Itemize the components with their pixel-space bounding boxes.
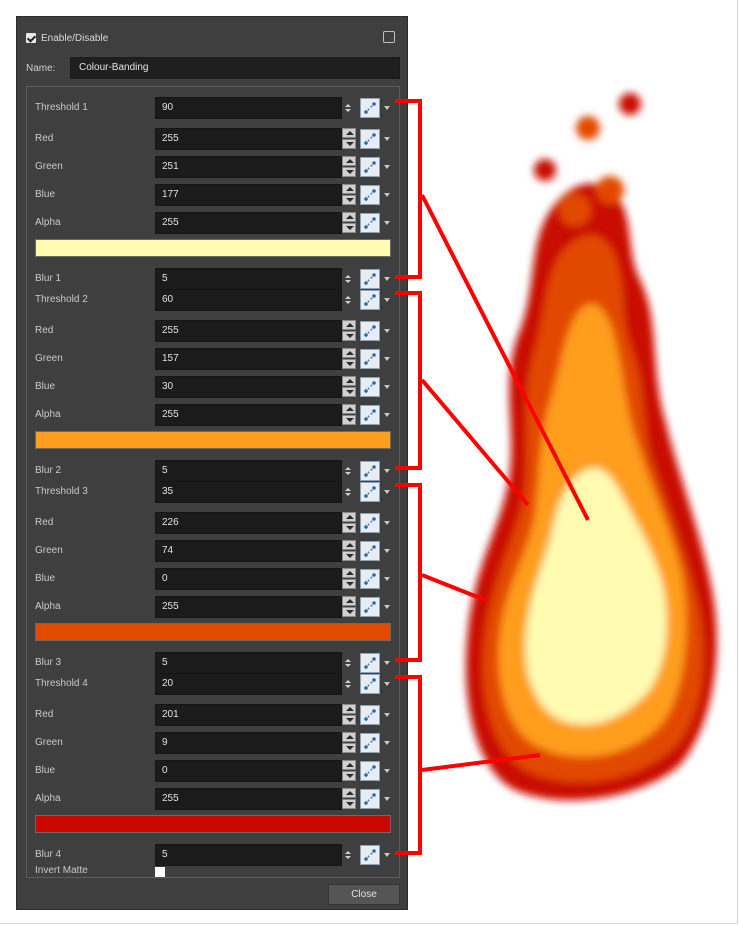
- fire-illustration: [465, 93, 717, 801]
- annotation-overlay: [395, 93, 717, 855]
- ember-5: [559, 194, 591, 226]
- ember-2: [576, 116, 600, 140]
- bracket-2: [395, 291, 422, 470]
- ember-4: [596, 176, 624, 204]
- ember-1: [619, 93, 641, 115]
- bracket-1: [395, 99, 422, 279]
- ember-3: [534, 159, 556, 181]
- bracket-4: [395, 675, 422, 855]
- bracket-3: [395, 483, 422, 662]
